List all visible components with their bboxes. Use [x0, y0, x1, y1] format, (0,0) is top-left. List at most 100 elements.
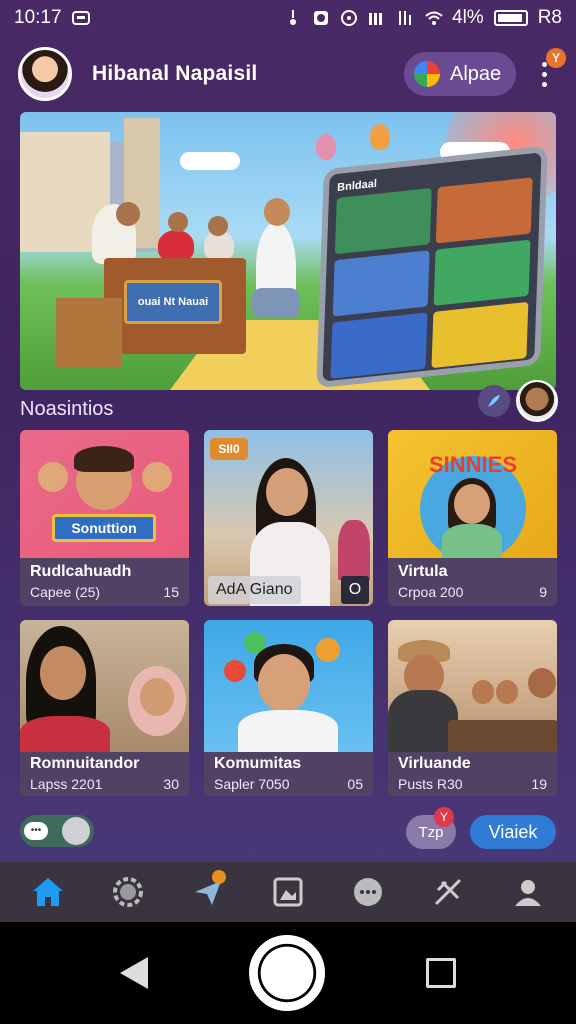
- system-nav-bar: [0, 922, 576, 1024]
- card-info: Rudlcahuadh Capee (25) 15: [20, 558, 189, 606]
- tools-icon: [434, 878, 462, 906]
- balloon: [316, 134, 336, 160]
- tablet-tile: [431, 301, 529, 369]
- tablet-grid: [330, 177, 533, 379]
- face: [40, 646, 86, 700]
- section-title: Noasintios: [20, 398, 114, 420]
- hero-banner[interactable]: ouai Nt Nauai Bnldaal: [20, 112, 556, 390]
- card-tag: SII0: [210, 438, 248, 460]
- nav-profile[interactable]: [508, 872, 548, 912]
- chat-toggle[interactable]: •••: [20, 815, 94, 847]
- card-meta: Lapss 2201 30: [30, 776, 179, 792]
- primary-button[interactable]: Viaiek: [470, 815, 556, 849]
- card-info: Romnuitandor Lapss 2201 30: [20, 752, 189, 796]
- card-overlay-number: O: [341, 576, 369, 604]
- carrier-text: R8: [537, 7, 562, 28]
- back-icon[interactable]: [120, 957, 149, 989]
- nav-settings[interactable]: [108, 872, 148, 912]
- card-title: Rudlcahuadh: [30, 563, 132, 580]
- nav-home[interactable]: [28, 872, 68, 912]
- face: [140, 678, 174, 716]
- card-image: [204, 620, 373, 752]
- card-title: Virluande: [398, 755, 471, 772]
- card-overlay-label: AdA Giano: [208, 576, 301, 604]
- nav-badge: [212, 870, 226, 884]
- message-icon: [71, 9, 90, 27]
- chat-bubble-icon: •••: [24, 822, 48, 840]
- card-image: [20, 620, 189, 752]
- contact-avatar[interactable]: [516, 380, 558, 422]
- status-left: 10:17: [14, 7, 90, 29]
- face: [264, 198, 290, 226]
- face: [38, 462, 68, 492]
- content-card[interactable]: Komumitas Sapler 7050 05: [204, 620, 373, 796]
- content-card[interactable]: Virluande Pusts R30 19: [388, 620, 557, 796]
- face: [116, 202, 140, 226]
- box: [56, 298, 122, 368]
- tablet-tile: [334, 187, 432, 255]
- avatar[interactable]: [18, 47, 72, 101]
- cloud: [180, 152, 240, 170]
- profile-icon: [515, 880, 541, 906]
- nav-chat[interactable]: [348, 872, 388, 912]
- card-subtitle: Sapler 7050: [214, 776, 290, 792]
- gallery-icon: [273, 877, 303, 907]
- card-count: 30: [163, 776, 179, 792]
- card-count: 15: [163, 584, 179, 600]
- more-dot: [541, 61, 547, 67]
- nav-gallery[interactable]: [268, 872, 308, 912]
- location-icon: [284, 9, 302, 27]
- app-logo-icon: [414, 61, 440, 87]
- card-info: Virtula Crpoa 200 9: [388, 558, 557, 606]
- balloon: [370, 124, 390, 150]
- card-image: [388, 620, 557, 752]
- nav-tools[interactable]: [428, 872, 468, 912]
- shirt: [238, 710, 338, 752]
- desk-sign: ouai Nt Nauai: [124, 280, 222, 324]
- card-meta: Pusts R30 19: [398, 776, 547, 792]
- face: [142, 462, 172, 492]
- tablet-screen: Bnldaal: [316, 145, 548, 389]
- toggle-knob: [62, 817, 90, 845]
- card-info: Komumitas Sapler 7050 05: [204, 752, 373, 796]
- card-title: Virtula: [398, 563, 448, 580]
- card-banner: SINNIES: [428, 452, 518, 477]
- card-subtitle: Pusts R30: [398, 776, 463, 792]
- card-grid: Sonuttion Rudlcahuadh Capee (25) 15 SII0…: [20, 430, 557, 796]
- desk: ouai Nt Nauai: [104, 258, 246, 354]
- person: [158, 230, 194, 260]
- face: [472, 680, 494, 704]
- tablet-tile: [332, 250, 430, 317]
- face: [208, 216, 228, 236]
- battery-icon: [493, 10, 528, 26]
- face: [496, 680, 518, 704]
- feather-icon[interactable]: [478, 385, 510, 417]
- content-card[interactable]: Sonuttion Rudlcahuadh Capee (25) 15: [20, 430, 189, 606]
- alarm-icon: [312, 9, 330, 27]
- status-right: 4l% R8: [284, 7, 562, 29]
- nav-send[interactable]: [188, 870, 228, 912]
- card-info: Virluande Pusts R30 19: [388, 752, 557, 796]
- background-person: [338, 520, 370, 580]
- card-meta: Crpoa 200 9: [398, 584, 547, 600]
- app-pill-button[interactable]: Alpae: [404, 52, 516, 96]
- card-title: Komumitas: [214, 755, 302, 772]
- hair: [74, 446, 134, 472]
- home-button[interactable]: [248, 935, 325, 1011]
- card-count: 05: [347, 776, 363, 792]
- content-card[interactable]: Romnuitandor Lapss 2201 30: [20, 620, 189, 796]
- more-options-button[interactable]: Y: [530, 48, 566, 96]
- more-dot: [541, 81, 547, 87]
- tablet-tile: [433, 239, 531, 306]
- card-banner: Sonuttion: [52, 514, 156, 542]
- face: [168, 212, 188, 232]
- recent-apps-icon[interactable]: [425, 958, 456, 988]
- secondary-button[interactable]: Tzp Y: [406, 807, 456, 849]
- bottom-nav: [0, 862, 576, 922]
- content-card[interactable]: SINNIES Virtula Crpoa 200 9: [388, 430, 557, 606]
- chat-icon: [354, 878, 382, 906]
- card-meta: Capee (25) 15: [30, 584, 179, 600]
- hotspot-icon: [340, 9, 358, 27]
- face: [454, 484, 490, 524]
- content-card[interactable]: SII0 AdA Giano O: [204, 430, 373, 606]
